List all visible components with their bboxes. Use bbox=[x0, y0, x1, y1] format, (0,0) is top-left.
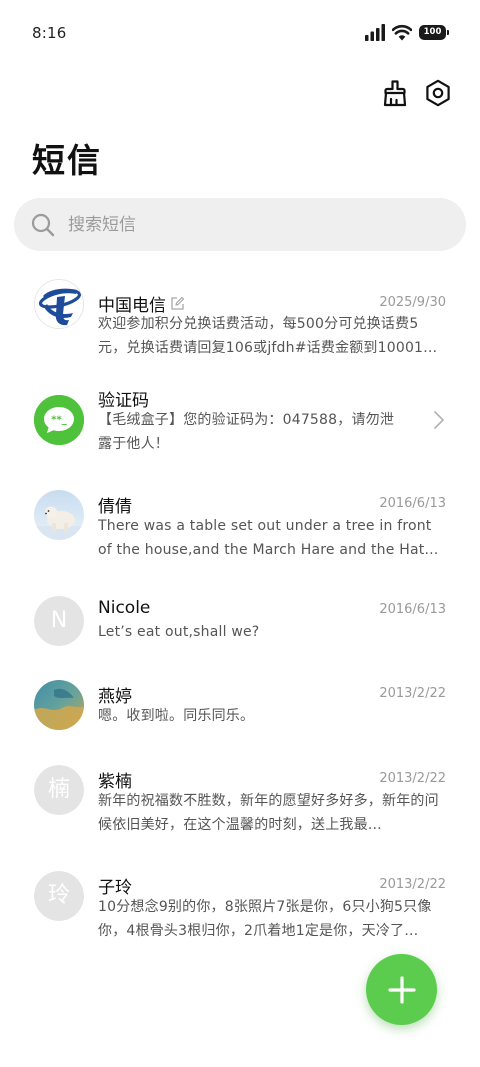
message-preview: 欢迎参加积分兑换话费活动，每500分可兑换话费5元，兑换话费请回复106或jfd… bbox=[98, 316, 438, 356]
message-item-verification[interactable]: **_ 验证码 【毛绒盒子】您的验证码为：047588，请勿泄露于他人！ bbox=[0, 382, 480, 464]
new-message-button[interactable] bbox=[366, 954, 437, 1025]
message-date: 2016/6/13 bbox=[379, 602, 446, 617]
message-date: 2013/2/22 bbox=[379, 877, 446, 892]
avatar bbox=[34, 680, 84, 730]
avatar: 楠 bbox=[34, 765, 84, 815]
message-item-china-telecom[interactable]: 中国电信 2025/9/30 欢迎参加积分兑换话费活动，每500分可兑换话费5元… bbox=[0, 276, 480, 358]
settings-hex-icon bbox=[426, 79, 450, 107]
avatar: **_ bbox=[34, 395, 84, 445]
polar-bear-photo-icon bbox=[34, 490, 84, 540]
chat-bubble-icon: **_ bbox=[34, 395, 84, 445]
avatar: N bbox=[34, 596, 84, 646]
battery-level: 100 bbox=[423, 27, 442, 37]
signal-icon bbox=[365, 24, 385, 41]
status-bar: 8:16 100 bbox=[0, 0, 480, 66]
clean-button[interactable] bbox=[378, 76, 412, 110]
message-item-qianqian[interactable]: 倩倩 2016/6/13 There was a table set out u… bbox=[0, 488, 480, 570]
message-date: 2025/9/30 bbox=[379, 295, 446, 310]
message-preview: 新年的祝福数不胜数，新年的愿望好多好多，新年的问候依旧美好，在这个温馨的时刻，送… bbox=[98, 793, 439, 833]
message-date: 2016/6/13 bbox=[379, 496, 446, 511]
search-icon bbox=[31, 213, 55, 236]
battery-indicator: 100 bbox=[419, 25, 449, 40]
message-preview: 10分想念9别的你，8张照片7张是你，6只小狗5只像你，4根骨头3根归你，2爪着… bbox=[98, 899, 432, 939]
landscape-photo-icon bbox=[34, 680, 84, 730]
message-preview: There was a table set out under a tree i… bbox=[98, 518, 439, 558]
wifi-icon bbox=[392, 24, 412, 41]
avatar bbox=[34, 490, 84, 540]
avatar-letter: 玲 bbox=[34, 871, 84, 921]
clean-brush-icon bbox=[383, 80, 407, 107]
message-date: 2013/2/22 bbox=[379, 686, 446, 701]
status-icons: 100 bbox=[365, 24, 449, 41]
search-bar[interactable] bbox=[14, 198, 466, 251]
svg-text:**_: **_ bbox=[51, 415, 66, 426]
avatar bbox=[34, 279, 84, 329]
search-input[interactable] bbox=[68, 214, 428, 235]
message-preview: 【毛绒盒子】您的验证码为：047588，请勿泄露于他人！ bbox=[98, 412, 395, 452]
message-preview: 嗯。收到啦。同乐同乐。 bbox=[98, 708, 255, 724]
draft-edit-icon bbox=[171, 296, 185, 310]
page-title: 短信 bbox=[32, 141, 102, 180]
message-item-ziling[interactable]: 玲 子玲 2013/2/22 10分想念9别的你，8张照片7张是你，6只小狗5只… bbox=[0, 869, 480, 951]
settings-button[interactable] bbox=[421, 76, 455, 110]
status-time: 8:16 bbox=[32, 24, 67, 42]
message-item-nicole[interactable]: N Nicole 2016/6/13 Let’s eat out,shall w… bbox=[0, 594, 480, 654]
avatar: 玲 bbox=[34, 871, 84, 921]
avatar-letter: N bbox=[34, 596, 84, 646]
message-date: 2013/2/22 bbox=[379, 771, 446, 786]
message-item-zinan[interactable]: 楠 紫楠 2013/2/22 新年的祝福数不胜数，新年的愿望好多好多，新年的问候… bbox=[0, 763, 480, 845]
message-preview: Let’s eat out,shall we? bbox=[98, 624, 260, 640]
contact-name: Nicole bbox=[98, 598, 151, 618]
avatar-letter: 楠 bbox=[34, 765, 84, 815]
plus-icon bbox=[387, 975, 416, 1004]
chevron-right-icon bbox=[434, 411, 444, 429]
messages-screen: 8:16 100 短信 搜索短信 中国电信 2025/9/30 欢迎参加积分兑换… bbox=[0, 0, 480, 1067]
message-item-yanting[interactable]: 燕婷 2013/2/22 嗯。收到啦。同乐同乐。 bbox=[0, 678, 480, 738]
china-telecom-logo-icon bbox=[35, 280, 83, 328]
